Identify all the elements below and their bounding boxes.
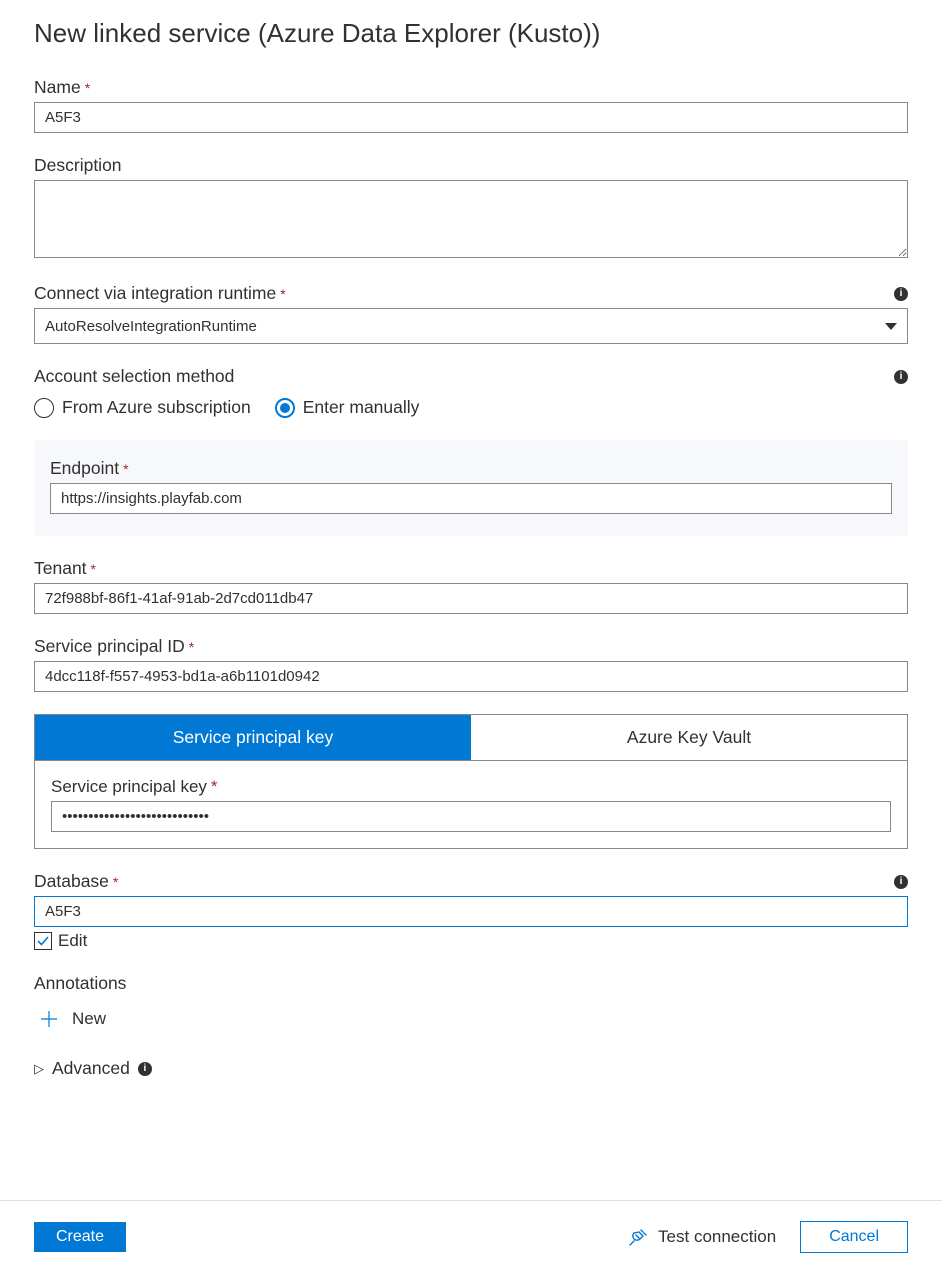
sp-id-input[interactable] xyxy=(34,661,908,692)
endpoint-label: Endpoint xyxy=(50,458,119,478)
radio-icon xyxy=(275,398,295,418)
edit-label: Edit xyxy=(58,931,87,951)
field-name: Name* xyxy=(34,77,908,133)
info-icon[interactable]: i xyxy=(894,370,908,384)
database-label: Database xyxy=(34,871,109,891)
field-database: Database* i Edit xyxy=(34,871,908,951)
required-icon: * xyxy=(85,80,90,96)
description-label: Description xyxy=(34,155,122,176)
runtime-select[interactable]: AutoResolveIntegrationRuntime xyxy=(34,308,908,344)
check-icon xyxy=(36,934,50,948)
required-icon: * xyxy=(123,461,128,477)
expander-icon: ▷ xyxy=(34,1061,44,1077)
sp-id-label: Service principal ID xyxy=(34,636,185,656)
field-description: Description xyxy=(34,155,908,261)
required-icon: * xyxy=(280,286,285,302)
field-tenant: Tenant* xyxy=(34,558,908,614)
cancel-button[interactable]: Cancel xyxy=(800,1221,908,1253)
tenant-input[interactable] xyxy=(34,583,908,614)
radio-enter-manually[interactable]: Enter manually xyxy=(275,397,420,418)
create-button[interactable]: Create xyxy=(34,1222,126,1252)
radio-manual-label: Enter manually xyxy=(303,397,420,418)
required-icon: * xyxy=(189,639,194,655)
required-icon: * xyxy=(211,777,218,796)
chevron-down-icon xyxy=(885,323,897,330)
database-input[interactable] xyxy=(34,896,908,927)
endpoint-input[interactable] xyxy=(50,483,892,514)
radio-icon xyxy=(34,398,54,418)
radio-from-subscription[interactable]: From Azure subscription xyxy=(34,397,251,418)
test-connection-label: Test connection xyxy=(658,1227,776,1247)
description-input[interactable] xyxy=(34,180,908,258)
edit-checkbox[interactable] xyxy=(34,932,52,950)
test-connection-button[interactable]: Test connection xyxy=(628,1227,776,1247)
endpoint-panel: Endpoint* xyxy=(34,440,908,536)
tab-sp-key[interactable]: Service principal key xyxy=(35,715,471,760)
new-label: New xyxy=(72,1009,106,1029)
required-icon: * xyxy=(91,561,96,577)
name-label: Name xyxy=(34,77,81,97)
sp-key-input[interactable] xyxy=(51,801,891,832)
sp-key-label: Service principal key* xyxy=(51,777,891,797)
required-icon: * xyxy=(113,874,118,890)
runtime-value: AutoResolveIntegrationRuntime xyxy=(45,318,257,335)
account-method-label: Account selection method xyxy=(34,366,234,387)
advanced-toggle[interactable]: ▷ Advanced i xyxy=(34,1058,908,1079)
annotations-label: Annotations xyxy=(34,973,908,994)
plus-icon xyxy=(38,1008,60,1030)
page-title: New linked service (Azure Data Explorer … xyxy=(34,18,908,49)
field-runtime: Connect via integration runtime* i AutoR… xyxy=(34,283,908,344)
name-input[interactable] xyxy=(34,102,908,133)
footer: Create Test connection Cancel xyxy=(0,1200,942,1273)
info-icon[interactable]: i xyxy=(894,875,908,889)
tenant-label: Tenant xyxy=(34,558,87,578)
field-account-method: Account selection method i From Azure su… xyxy=(34,366,908,418)
runtime-label: Connect via integration runtime xyxy=(34,283,276,303)
add-annotation-button[interactable]: New xyxy=(34,1002,908,1036)
advanced-label: Advanced xyxy=(52,1058,130,1079)
sp-key-panel: Service principal key* xyxy=(34,761,908,849)
field-sp-id: Service principal ID* xyxy=(34,636,908,692)
tab-key-vault[interactable]: Azure Key Vault xyxy=(471,715,907,760)
info-icon: i xyxy=(138,1062,152,1076)
info-icon[interactable]: i xyxy=(894,287,908,301)
sp-key-tabs: Service principal key Azure Key Vault xyxy=(34,714,908,761)
radio-subscription-label: From Azure subscription xyxy=(62,397,251,418)
plug-icon xyxy=(628,1227,648,1247)
